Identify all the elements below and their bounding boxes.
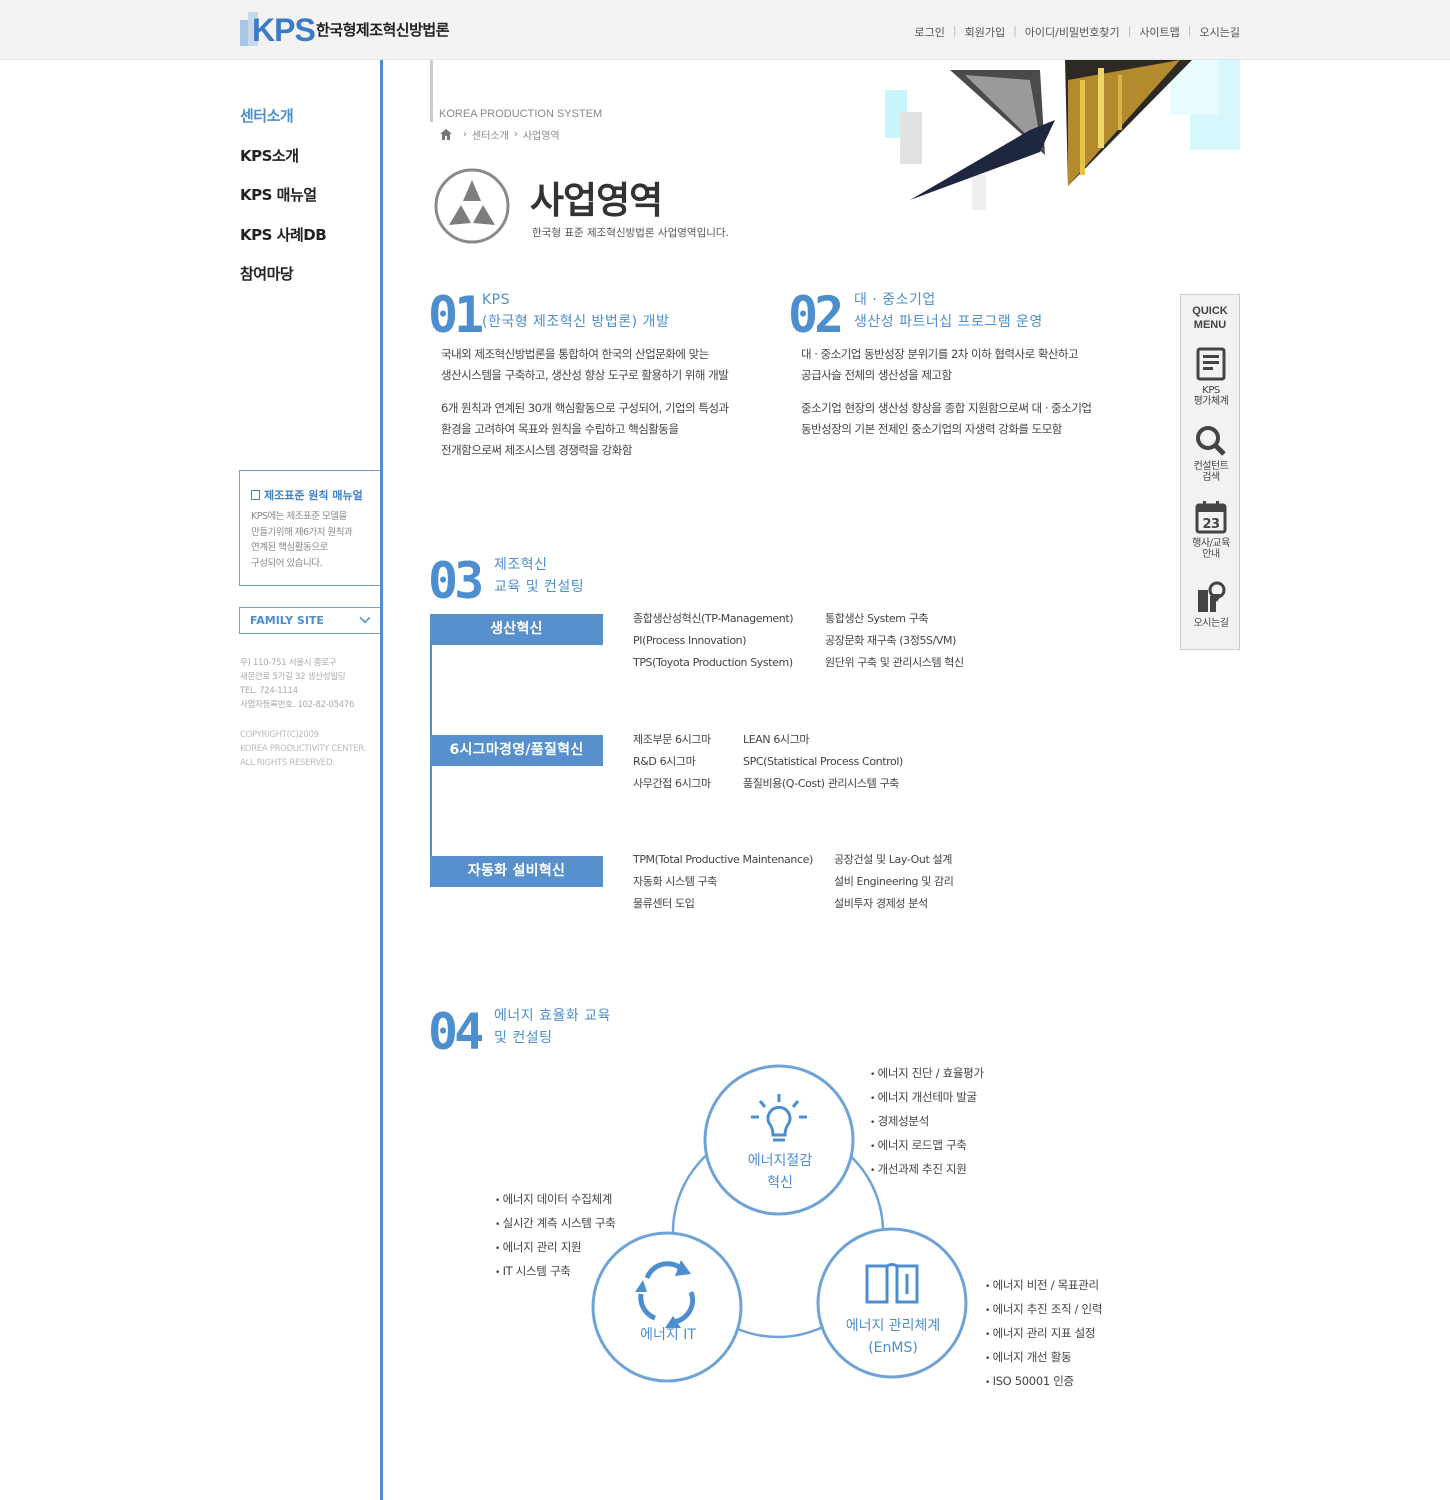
- quick-item-evaluation[interactable]: KPS 평가체계: [1181, 347, 1241, 407]
- util-find-account-link[interactable]: 아이디/비밀번호찾기: [1017, 24, 1128, 40]
- section-number-02: 02: [788, 286, 844, 344]
- calendar-icon: 23: [1195, 501, 1227, 534]
- category-six-sigma-col1: 제조부문 6시그마 R&D 6시그마 사무간접 6시그마: [633, 733, 711, 790]
- circle-energy-it: 에너지 IT: [640, 1327, 696, 1343]
- page-subtitle: 한국형 표준 제조혁신방법론 사업영역입니다.: [532, 227, 729, 239]
- section-body-02: 대 · 중소기업 동반성장 분위기를 2차 이하 협력사로 확산하고 공급사슬 전…: [801, 347, 1092, 436]
- english-title: KOREA PRODUCTION SYSTEM: [439, 108, 603, 120]
- category-production-col2: 통합생산 System 구축 공장문화 재구축 (3정5S/VM) 원단위 구축 및…: [825, 612, 964, 669]
- circle-energy-saving: 에너지절감 혁신: [747, 1153, 813, 1191]
- category-six-sigma: 6시그마경영/품질혁신: [430, 735, 603, 766]
- breadcrumb-current: 사업영역: [522, 131, 560, 142]
- category-six-sigma-col2: LEAN 6시그마 SPC(Statistical Process Control…: [743, 733, 903, 790]
- energy-saving-list: 에너지 진단 / 효율평가에너지 개선테마 발굴경제성분석에너지 로드맵 구축개…: [870, 1062, 984, 1182]
- category-production-col1: 종합생산성혁신(TP-Management) PI(Process Innovat…: [633, 612, 794, 669]
- energy-it-list: 에너지 데이터 수집체계실시간 계측 시스템 구축에너지 관리 지원IT 시스템…: [495, 1188, 616, 1284]
- section-body-01: 국내외 제조혁신방법론을 통합하여 한국의 산업문화에 맞는 생산시스템을 구축하…: [441, 347, 729, 457]
- category-production: 생산혁신: [430, 614, 603, 645]
- util-location-link[interactable]: 오시는길: [1192, 24, 1240, 40]
- quick-item-location[interactable]: 오시는길: [1181, 580, 1241, 629]
- util-sitemap-link[interactable]: 사이트맵: [1131, 24, 1187, 40]
- document-icon: [1196, 347, 1226, 381]
- section-number-04: 04: [428, 1003, 484, 1061]
- section-title-03: 제조혁신 교육 및 컨설팅: [494, 557, 585, 595]
- copyright: COPYRIGHT(C)2009 KOREA PRODUCTIVITY CENT…: [240, 730, 366, 768]
- top-bar: KPS 한국형제조혁신방법론 로그인 | 회원가입 | 아이디/비밀번호찾기 | 사이…: [0, 0, 1450, 60]
- header-accent-bar: [430, 60, 433, 122]
- logo-mark: KPS: [240, 10, 316, 48]
- chevron-down-icon: [359, 612, 371, 624]
- quick-item-consultant-search[interactable]: 컨설턴트 검색: [1181, 425, 1241, 483]
- sidebar-item-casedb[interactable]: KPS 사례DB: [240, 224, 327, 264]
- search-icon: [1196, 426, 1226, 456]
- svg-text:23: 23: [1202, 517, 1220, 532]
- address: 우) 110-751 서울시 종로구 새문안로 5가길 32 생산성빌딩 TEL…: [240, 658, 355, 710]
- breadcrumb: › 센터소개 › 사업영역: [440, 127, 560, 142]
- book-icon: [251, 490, 260, 500]
- sidebar-item-center[interactable]: 센터소개: [240, 105, 326, 145]
- quick-menu: QUICK MENU KPS 평가체계 컨설턴트 검색 23 행사/교육 안내 오시는길: [1180, 294, 1240, 650]
- category-automation: 자동화 설비혁신: [430, 856, 603, 887]
- utility-nav: 로그인 | 회원가입 | 아이디/비밀번호찾기 | 사이트맵 | 오시는길: [907, 24, 1241, 40]
- page-title: 사업영역: [530, 179, 663, 222]
- logo-title: 한국형제조혁신방법론: [316, 20, 450, 39]
- family-site-select[interactable]: FAMILY SITE: [239, 607, 381, 634]
- category-automation-col2: 공장건설 및 Lay-Out 설계 설비 Engineering 및 감리 설비투자…: [834, 853, 954, 910]
- manual-title: 제조표준 원칙 매뉴얼: [264, 489, 363, 502]
- section-title-01: KPS (한국형 제조혁신 방법론) 개발: [482, 292, 670, 330]
- logo-text: KPS: [252, 12, 316, 48]
- manual-banner[interactable]: 제조표준 원칙 매뉴얼 KPS에는 제조표준 모델을 만들기위해 제6가지 원칙…: [239, 470, 381, 586]
- sidebar-item-kps[interactable]: KPS소개: [240, 145, 326, 185]
- circle-energy-management: 에너지 관리체계 (EnMS): [845, 1318, 941, 1356]
- section-title-02: 대 · 중소기업 생산성 파트너십 프로그램 운영: [854, 292, 1043, 330]
- quick-item-events[interactable]: 23 행사/교육 안내: [1181, 500, 1241, 560]
- manual-description: KPS에는 제조표준 모델을 만들기위해 제6가지 원칙과 연계된 핵심활동으로…: [251, 511, 353, 569]
- util-join-link[interactable]: 회원가입: [957, 24, 1013, 40]
- category-automation-col1: TPM(Total Productive Maintenance) 자동화 시스템…: [633, 853, 813, 910]
- section-title-04: 에너지 효율화 교육 및 컨설팅: [494, 1008, 611, 1046]
- section-number-03: 03: [428, 552, 484, 610]
- business-area-icon: [434, 168, 510, 244]
- energy-management-list: 에너지 비전 / 목표관리에너지 추진 조직 / 인력에너지 관리 지표 설정에…: [985, 1274, 1103, 1394]
- sidebar-nav: 센터소개 KPS소개 KPS 매뉴얼 KPS 사례DB 참여마당: [240, 105, 327, 303]
- sidebar-divider: [380, 60, 383, 1500]
- sidebar-item-manual[interactable]: KPS 매뉴얼: [240, 184, 326, 224]
- util-login-link[interactable]: 로그인: [907, 24, 953, 40]
- quick-menu-title: QUICK MENU: [1192, 305, 1228, 331]
- breadcrumb-item[interactable]: 센터소개: [472, 127, 509, 142]
- sidebar-item-community[interactable]: 참여마당: [240, 263, 326, 303]
- section-number-01: 01: [428, 286, 484, 344]
- header-photo-collage: [885, 60, 1240, 210]
- logo[interactable]: KPS 한국형제조혁신방법론: [240, 10, 450, 48]
- map-icon: [1198, 581, 1226, 612]
- home-icon[interactable]: [440, 129, 452, 140]
